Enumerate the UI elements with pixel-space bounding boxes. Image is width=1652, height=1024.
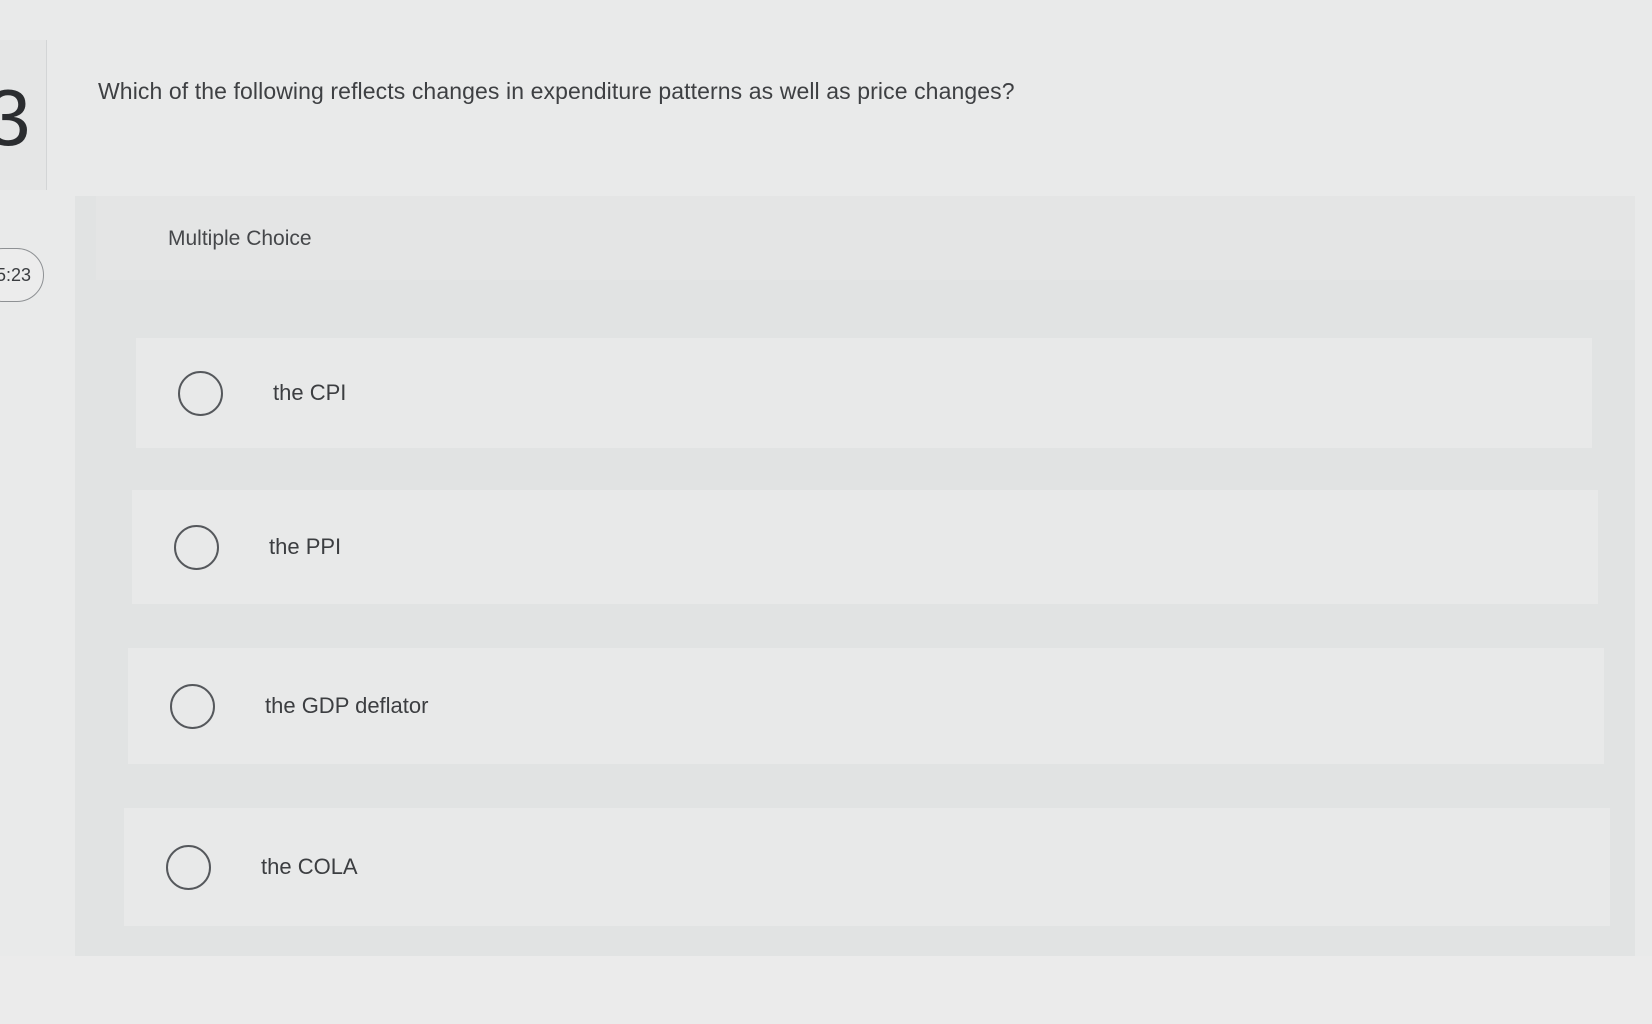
option-the-gdp-deflator[interactable]: the GDP deflator xyxy=(128,648,1604,764)
timer-badge: 5:23 xyxy=(0,248,44,302)
choice-type-label: Multiple Choice xyxy=(168,227,312,250)
option-label: the CPI xyxy=(273,380,347,405)
radio-button[interactable] xyxy=(178,370,223,416)
option-the-cola[interactable]: the COLA xyxy=(124,808,1610,926)
option-the-cpi[interactable]: the CPI xyxy=(136,338,1592,448)
question-text: Which of the following reflects changes … xyxy=(98,78,1015,104)
choices-header xyxy=(96,196,1635,280)
radio-button[interactable] xyxy=(174,524,219,570)
option-label: the COLA xyxy=(261,854,358,879)
option-label: the PPI xyxy=(269,534,342,559)
option-label: the GDP deflator xyxy=(265,693,429,718)
radio-button[interactable] xyxy=(166,844,211,890)
radio-button[interactable] xyxy=(170,683,215,729)
page-footer-area xyxy=(0,956,1652,1024)
option-the-ppi[interactable]: the PPI xyxy=(132,490,1598,604)
question-number: 3 xyxy=(0,73,31,162)
